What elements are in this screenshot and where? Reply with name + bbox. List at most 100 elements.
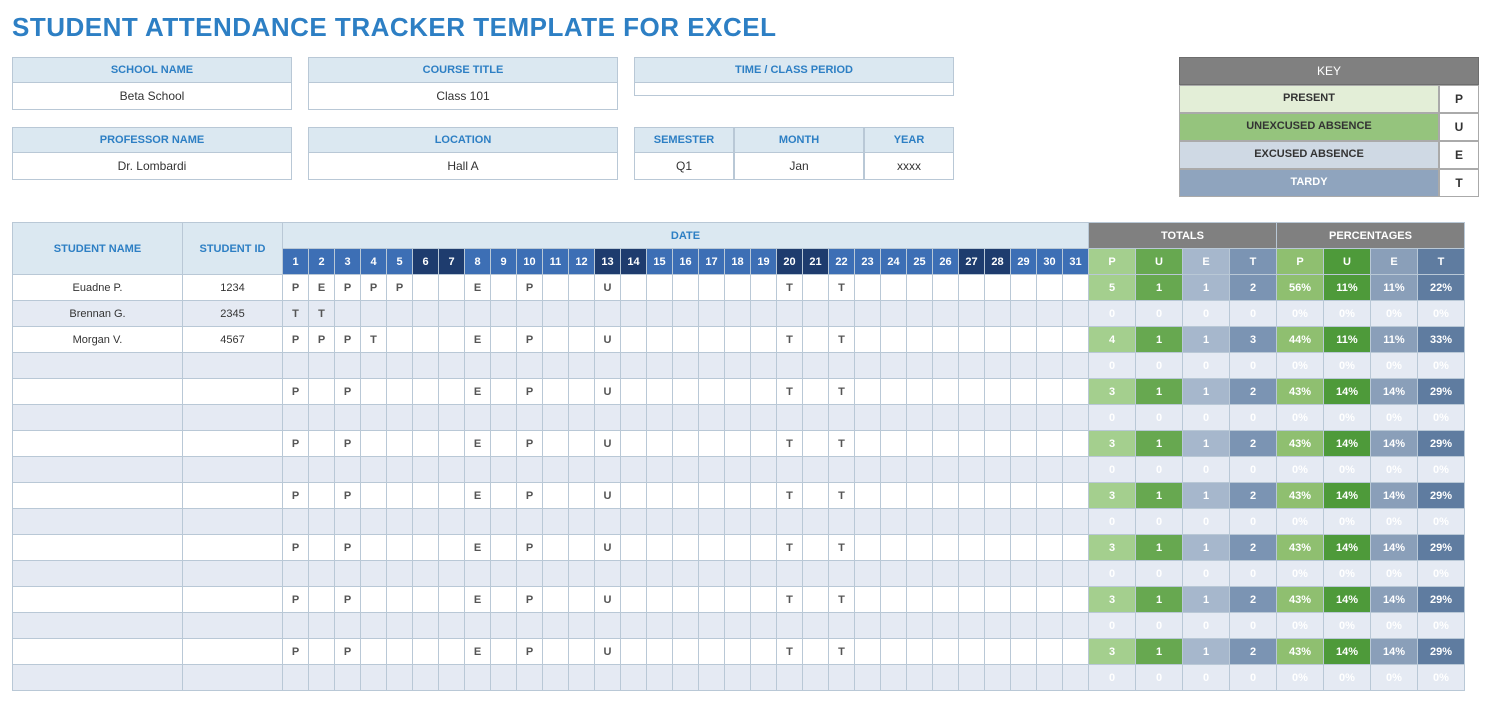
attendance-cell[interactable]: P — [517, 639, 543, 665]
attendance-cell[interactable] — [959, 457, 985, 483]
attendance-cell[interactable] — [855, 587, 881, 613]
attendance-cell[interactable] — [283, 665, 309, 691]
attendance-cell[interactable] — [465, 353, 491, 379]
attendance-cell[interactable] — [1037, 457, 1063, 483]
attendance-cell[interactable] — [751, 379, 777, 405]
attendance-cell[interactable]: P — [517, 535, 543, 561]
attendance-cell[interactable] — [699, 405, 725, 431]
attendance-cell[interactable] — [1037, 483, 1063, 509]
attendance-cell[interactable] — [673, 327, 699, 353]
attendance-cell[interactable] — [647, 535, 673, 561]
attendance-cell[interactable] — [621, 509, 647, 535]
attendance-cell[interactable]: P — [361, 275, 387, 301]
attendance-cell[interactable] — [621, 405, 647, 431]
attendance-cell[interactable]: P — [517, 483, 543, 509]
month-value[interactable]: Jan — [734, 153, 864, 180]
attendance-cell[interactable] — [933, 431, 959, 457]
attendance-cell[interactable]: P — [283, 587, 309, 613]
attendance-cell[interactable] — [803, 431, 829, 457]
attendance-cell[interactable] — [569, 457, 595, 483]
attendance-cell[interactable] — [491, 327, 517, 353]
attendance-cell[interactable] — [387, 327, 413, 353]
attendance-cell[interactable] — [855, 275, 881, 301]
attendance-cell[interactable] — [647, 327, 673, 353]
attendance-cell[interactable]: U — [595, 535, 621, 561]
attendance-cell[interactable] — [595, 301, 621, 327]
attendance-cell[interactable] — [985, 665, 1011, 691]
attendance-cell[interactable] — [491, 431, 517, 457]
attendance-cell[interactable] — [1037, 535, 1063, 561]
attendance-cell[interactable] — [335, 301, 361, 327]
attendance-cell[interactable] — [491, 639, 517, 665]
attendance-cell[interactable] — [413, 587, 439, 613]
attendance-cell[interactable] — [335, 405, 361, 431]
attendance-cell[interactable] — [309, 561, 335, 587]
attendance-cell[interactable]: E — [465, 587, 491, 613]
attendance-cell[interactable] — [283, 457, 309, 483]
attendance-cell[interactable]: P — [335, 327, 361, 353]
attendance-cell[interactable]: U — [595, 275, 621, 301]
attendance-cell[interactable] — [777, 561, 803, 587]
attendance-cell[interactable] — [465, 665, 491, 691]
attendance-cell[interactable] — [543, 587, 569, 613]
attendance-cell[interactable] — [933, 301, 959, 327]
semester-value[interactable]: Q1 — [634, 153, 734, 180]
attendance-cell[interactable] — [1063, 639, 1089, 665]
attendance-cell[interactable] — [959, 509, 985, 535]
student-id-cell[interactable] — [183, 483, 283, 509]
attendance-cell[interactable] — [855, 457, 881, 483]
attendance-cell[interactable]: T — [777, 535, 803, 561]
attendance-cell[interactable] — [621, 639, 647, 665]
attendance-cell[interactable] — [803, 379, 829, 405]
attendance-cell[interactable] — [881, 639, 907, 665]
attendance-cell[interactable] — [725, 613, 751, 639]
attendance-cell[interactable] — [933, 561, 959, 587]
attendance-cell[interactable] — [881, 353, 907, 379]
attendance-cell[interactable] — [569, 665, 595, 691]
attendance-cell[interactable] — [647, 275, 673, 301]
attendance-cell[interactable] — [465, 457, 491, 483]
attendance-cell[interactable]: T — [309, 301, 335, 327]
attendance-cell[interactable]: P — [283, 535, 309, 561]
attendance-cell[interactable] — [491, 457, 517, 483]
attendance-cell[interactable] — [543, 327, 569, 353]
attendance-cell[interactable] — [881, 561, 907, 587]
attendance-cell[interactable] — [725, 327, 751, 353]
attendance-cell[interactable] — [1063, 561, 1089, 587]
attendance-cell[interactable]: E — [465, 535, 491, 561]
attendance-cell[interactable] — [361, 405, 387, 431]
attendance-cell[interactable] — [959, 431, 985, 457]
attendance-cell[interactable] — [907, 457, 933, 483]
attendance-cell[interactable] — [543, 275, 569, 301]
attendance-cell[interactable] — [933, 535, 959, 561]
attendance-cell[interactable] — [439, 535, 465, 561]
student-id-cell[interactable]: 1234 — [183, 275, 283, 301]
attendance-cell[interactable]: E — [465, 431, 491, 457]
attendance-cell[interactable] — [907, 509, 933, 535]
student-id-cell[interactable]: 4567 — [183, 327, 283, 353]
attendance-cell[interactable] — [465, 613, 491, 639]
attendance-cell[interactable] — [491, 561, 517, 587]
attendance-cell[interactable] — [413, 405, 439, 431]
attendance-cell[interactable]: T — [283, 301, 309, 327]
attendance-cell[interactable] — [1063, 509, 1089, 535]
attendance-cell[interactable] — [881, 431, 907, 457]
attendance-cell[interactable] — [699, 275, 725, 301]
attendance-cell[interactable] — [959, 483, 985, 509]
attendance-cell[interactable]: U — [595, 379, 621, 405]
attendance-cell[interactable] — [985, 327, 1011, 353]
student-id-cell[interactable] — [183, 353, 283, 379]
attendance-cell[interactable] — [335, 613, 361, 639]
attendance-cell[interactable] — [907, 353, 933, 379]
attendance-cell[interactable] — [1011, 509, 1037, 535]
attendance-cell[interactable] — [803, 327, 829, 353]
attendance-cell[interactable] — [1011, 301, 1037, 327]
attendance-cell[interactable] — [777, 509, 803, 535]
attendance-cell[interactable] — [335, 561, 361, 587]
attendance-cell[interactable] — [803, 665, 829, 691]
student-id-cell[interactable] — [183, 587, 283, 613]
attendance-cell[interactable] — [491, 301, 517, 327]
attendance-cell[interactable]: U — [595, 327, 621, 353]
attendance-cell[interactable] — [1011, 483, 1037, 509]
attendance-cell[interactable] — [543, 405, 569, 431]
